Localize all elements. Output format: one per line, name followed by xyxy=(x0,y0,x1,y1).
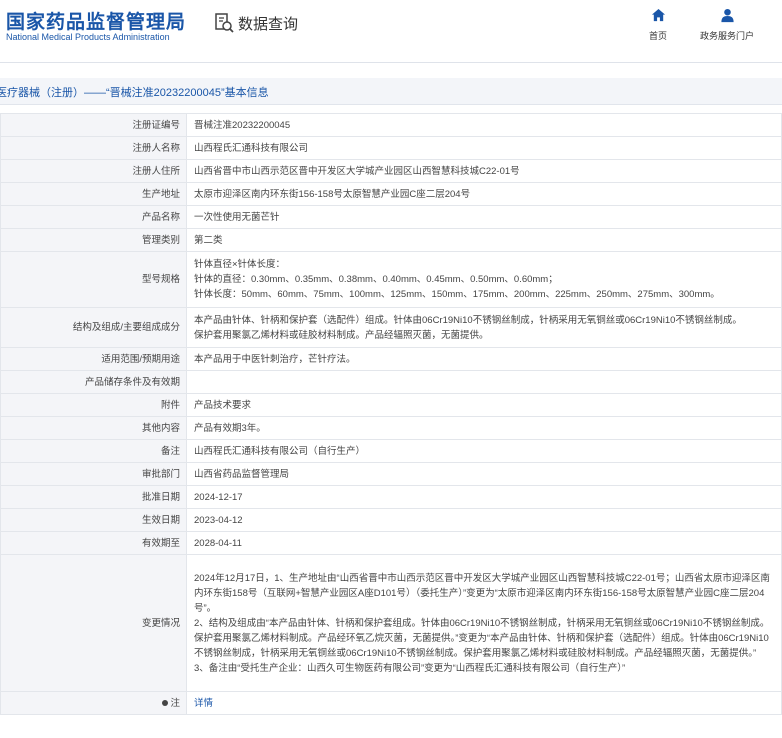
row-label: 审批部门 xyxy=(0,462,187,486)
row-value: 针体直径×针体长度： 针体的直径：0.30mm、0.35mm、0.38mm、0.… xyxy=(186,251,782,308)
logo-english[interactable]: National Medical Products Administration xyxy=(6,32,170,42)
row-value: 山西省药品监督管理局 xyxy=(186,462,782,486)
nav-home[interactable]: 首页 xyxy=(649,8,667,42)
change-history: 2024年12月17日，1、生产地址由“山西省晋中市山西示范区晋中开发区大学城产… xyxy=(186,554,782,692)
table-row: 注册人名称 山西程氏汇通科技有限公司 xyxy=(0,136,782,160)
row-value: 2028-04-11 xyxy=(186,531,782,555)
page-heading: 数据查询 xyxy=(213,12,298,34)
table-row: 管理类别 第二类 xyxy=(0,228,782,252)
user-icon xyxy=(720,8,734,23)
nav-portal-label: 政务服务门户 xyxy=(700,31,755,41)
table-row: 附件 产品技术要求 xyxy=(0,393,782,417)
table-row: 变更情况 2024年12月17日，1、生产地址由“山西省晋中市山西示范区晋中开发… xyxy=(0,554,782,692)
row-label: 附件 xyxy=(0,393,187,417)
row-label: 其他内容 xyxy=(0,416,187,440)
breadcrumb-bar: 医疗器械（注册）——“晋械注准20232200045”基本信息 xyxy=(0,78,782,105)
table-row: 产品储存条件及有效期 xyxy=(0,370,782,394)
table-row: 其他内容 产品有效期3年。 xyxy=(0,416,782,440)
row-label: 备注 xyxy=(0,439,187,463)
breadcrumb: 医疗器械（注册）——“晋械注准20232200045”基本信息 xyxy=(0,87,269,99)
table-row: 型号规格 针体直径×针体长度： 针体的直径：0.30mm、0.35mm、0.38… xyxy=(0,251,782,308)
row-value: 山西程氏汇通科技有限公司 xyxy=(186,136,782,160)
table-row: 产品名称 一次性使用无菌芒针 xyxy=(0,205,782,229)
row-label: 有效期至 xyxy=(0,531,187,555)
composition-line: 保护套用聚氯乙烯材料或硅胶材料制成。产品经辐照灭菌，无菌提供。 xyxy=(194,329,489,341)
table-row: 适用范围/预期用途 本产品用于中医针刺治疗，芒针疗法。 xyxy=(0,347,782,371)
page-title: 数据查询 xyxy=(238,14,299,33)
row-value: 山西省晋中市山西示范区晋中开发区大学城产业园区山西智慧科技城C22-01号 xyxy=(186,159,782,183)
data-search-icon xyxy=(215,13,234,33)
table-row: 备注 山西程氏汇通科技有限公司（自行生产） xyxy=(0,439,782,463)
table-row: 有效期至 2028-04-11 xyxy=(0,531,782,555)
row-value: 产品有效期3年。 xyxy=(186,416,782,440)
detail-table: 注册证编号 晋械注准20232200045 注册人名称 山西程氏汇通科技有限公司… xyxy=(0,113,782,715)
row-value: 产品技术要求 xyxy=(186,393,782,417)
row-value: 第二类 xyxy=(186,228,782,252)
row-label: 结构及组成/主要组成成分 xyxy=(0,307,187,348)
row-label: 型号规格 xyxy=(0,251,187,308)
table-row: 结构及组成/主要组成成分 本产品由针体、针柄和保护套（选配件）组成。针体由06C… xyxy=(0,307,782,348)
table-row: 注册证编号 晋械注准20232200045 xyxy=(0,113,782,137)
row-value: 山西程氏汇通科技有限公司（自行生产） xyxy=(186,439,782,463)
logo-chinese[interactable]: 国家药品监督管理局 xyxy=(6,7,186,34)
row-value: 本产品用于中医针刺治疗，芒针疗法。 xyxy=(186,347,782,371)
row-label: 产品储存条件及有效期 xyxy=(0,370,187,394)
table-row: 注册人住所 山西省晋中市山西示范区晋中开发区大学城产业园区山西智慧科技城C22-… xyxy=(0,159,782,183)
row-label: 注 xyxy=(0,691,187,715)
row-value xyxy=(186,370,782,394)
site-header: 国家药品监督管理局 National Medical Products Admi… xyxy=(0,0,782,63)
table-row: 注 详情 xyxy=(0,691,782,715)
row-value: 2024-12-17 xyxy=(186,485,782,509)
nav-service-portal[interactable]: 政务服务门户 xyxy=(700,8,754,42)
table-row: 审批部门 山西省药品监督管理局 xyxy=(0,462,782,486)
pin-icon xyxy=(162,699,169,706)
row-value: 晋械注准20232200045 xyxy=(186,113,782,137)
row-label: 生效日期 xyxy=(0,508,187,532)
row-label: 产品名称 xyxy=(0,205,187,229)
spec-line: 针体的直径：0.30mm、0.35mm、0.38mm、0.40mm、0.45mm… xyxy=(194,274,558,285)
row-value: 太原市迎泽区南内环东街156-158号太原智慧产业园C座二层204号 xyxy=(186,182,782,206)
home-icon xyxy=(651,8,665,22)
note-label: 注 xyxy=(170,697,180,709)
table-row: 生产地址 太原市迎泽区南内环东街156-158号太原智慧产业园C座二层204号 xyxy=(0,182,782,206)
row-label: 变更情况 xyxy=(0,554,187,692)
row-label: 批准日期 xyxy=(0,485,187,509)
row-label: 管理类别 xyxy=(0,228,187,252)
row-label: 注册证编号 xyxy=(0,113,187,137)
row-value: 详情 xyxy=(186,691,782,715)
details-link[interactable]: 详情 xyxy=(194,698,213,709)
table-row: 批准日期 2024-12-17 xyxy=(0,485,782,509)
row-label: 注册人名称 xyxy=(0,136,187,160)
row-label: 注册人住所 xyxy=(0,159,187,183)
row-label: 适用范围/预期用途 xyxy=(0,347,187,371)
spec-line: 针体直径×针体长度： xyxy=(194,259,286,270)
row-value: 2023-04-12 xyxy=(186,508,782,532)
composition-line: 本产品由针体、针柄和保护套（选配件）组成。针体由06Cr19Ni10不锈钢丝制成… xyxy=(194,314,742,326)
spec-line: 针体长度：50mm、60mm、75mm、100mm、125mm、150mm、17… xyxy=(194,289,720,300)
row-value: 一次性使用无菌芒针 xyxy=(186,205,782,229)
nav-home-label: 首页 xyxy=(649,31,668,41)
row-value: 本产品由针体、针柄和保护套（选配件）组成。针体由06Cr19Ni10不锈钢丝制成… xyxy=(186,307,782,348)
row-label: 生产地址 xyxy=(0,182,187,206)
table-row: 生效日期 2023-04-12 xyxy=(0,508,782,532)
